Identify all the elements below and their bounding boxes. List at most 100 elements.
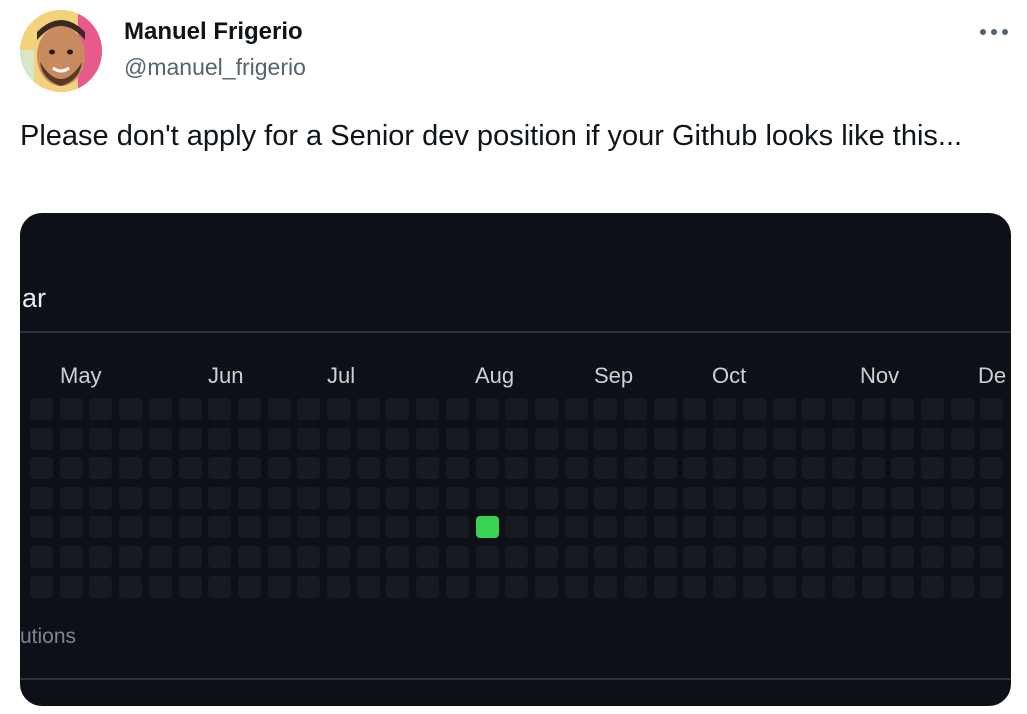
- contribution-cell: [951, 546, 974, 568]
- contribution-cell: [832, 398, 855, 420]
- contribution-cell: [683, 398, 706, 420]
- contribution-cell: [416, 428, 439, 450]
- contribution-cell: [208, 516, 231, 538]
- contribution-cell: [268, 576, 291, 598]
- tweet: Manuel Frigerio @manuel_frigerio Please …: [0, 0, 1027, 714]
- contribution-cell: [476, 428, 499, 450]
- contribution-cell: [921, 457, 944, 479]
- contribution-cell: [30, 576, 53, 598]
- contribution-cell: [535, 457, 558, 479]
- contribution-cell: [654, 546, 677, 568]
- contribution-cell: [683, 457, 706, 479]
- contribution-cell: [119, 487, 142, 509]
- month-label: May: [60, 363, 102, 388]
- contribution-cell: [149, 398, 172, 420]
- contribution-cell: [624, 516, 647, 538]
- month-label: Nov: [860, 363, 900, 388]
- contribution-year-header: ar: [22, 283, 47, 313]
- contribution-cell: [683, 546, 706, 568]
- avatar-photo: [20, 10, 102, 92]
- month-label: De: [978, 363, 1007, 388]
- contribution-cell: [713, 398, 736, 420]
- contribution-cell: [238, 546, 261, 568]
- contribution-cell: [60, 516, 83, 538]
- contribution-cell: [179, 428, 202, 450]
- contribution-cell: [476, 457, 499, 479]
- header-divider: [20, 331, 1011, 333]
- contribution-cell: [119, 398, 142, 420]
- contribution-cell: [476, 487, 499, 509]
- contribution-cell: [505, 457, 528, 479]
- contribution-cell: [89, 516, 112, 538]
- contribution-cell: [446, 398, 469, 420]
- contribution-cell: [594, 398, 617, 420]
- contribution-cell: [773, 457, 796, 479]
- contribution-cell: [773, 546, 796, 568]
- contribution-cell: [891, 516, 914, 538]
- contribution-cell: [386, 516, 409, 538]
- contribution-cell: [327, 516, 350, 538]
- contribution-cell: [297, 428, 320, 450]
- contribution-cell: [505, 546, 528, 568]
- contribution-cell: [386, 576, 409, 598]
- contribution-cell: [297, 398, 320, 420]
- contribution-cell: [980, 576, 1003, 598]
- contribution-cell: [238, 398, 261, 420]
- contribution-cell: [654, 487, 677, 509]
- contribution-cell: [565, 487, 588, 509]
- contribution-cell: [921, 516, 944, 538]
- contribution-cell: [416, 398, 439, 420]
- contribution-cell: [119, 516, 142, 538]
- month-label: Aug: [475, 363, 515, 388]
- contribution-cell: [921, 487, 944, 509]
- contribution-cell: [179, 546, 202, 568]
- contribution-cell: [891, 428, 914, 450]
- contribution-cell: [535, 576, 558, 598]
- contribution-cell: [297, 546, 320, 568]
- contribution-cell: [60, 576, 83, 598]
- contribution-cell: [773, 516, 796, 538]
- contribution-cell: [357, 576, 380, 598]
- author-name[interactable]: Manuel Frigerio: [124, 18, 303, 46]
- contribution-cell: [208, 428, 231, 450]
- contribution-cell: [802, 576, 825, 598]
- month-label: Sep: [594, 363, 634, 388]
- contribution-cell: [832, 576, 855, 598]
- contribution-cell: [357, 457, 380, 479]
- contribution-cell: [891, 487, 914, 509]
- contribution-cell: [565, 457, 588, 479]
- more-button[interactable]: [972, 14, 1016, 50]
- contribution-cell: [505, 428, 528, 450]
- contribution-cell: [951, 487, 974, 509]
- contribution-cell: [446, 457, 469, 479]
- contribution-cell: [149, 457, 172, 479]
- contribution-cell: [980, 546, 1003, 568]
- contribution-cell: [327, 487, 350, 509]
- contribution-cell: [565, 516, 588, 538]
- contribution-cell: [862, 487, 885, 509]
- contribution-cell: [891, 546, 914, 568]
- tweet-media-image[interactable]: ar May Jun Jul Aug Sep Oct Nov De utions: [20, 213, 1011, 706]
- contribution-cell: [624, 487, 647, 509]
- contribution-cell: [891, 398, 914, 420]
- contribution-cell: [535, 487, 558, 509]
- author-handle[interactable]: @manuel_frigerio: [124, 54, 306, 81]
- contribution-cell: [535, 516, 558, 538]
- contribution-cell: [446, 428, 469, 450]
- contribution-cell: [357, 516, 380, 538]
- contribution-cell: [179, 516, 202, 538]
- contribution-cell: [416, 546, 439, 568]
- contribution-cell: [832, 546, 855, 568]
- contribution-cell: [208, 487, 231, 509]
- contribution-cell: [980, 428, 1003, 450]
- contribution-cell: [179, 398, 202, 420]
- month-label: Oct: [712, 363, 747, 388]
- contribution-cell: [149, 516, 172, 538]
- contribution-cell: [773, 576, 796, 598]
- contribution-cell: [30, 428, 53, 450]
- avatar[interactable]: [20, 10, 102, 92]
- contribution-cell: [565, 398, 588, 420]
- contribution-cell: [238, 576, 261, 598]
- contribution-cell: [149, 428, 172, 450]
- contribution-cell: [179, 576, 202, 598]
